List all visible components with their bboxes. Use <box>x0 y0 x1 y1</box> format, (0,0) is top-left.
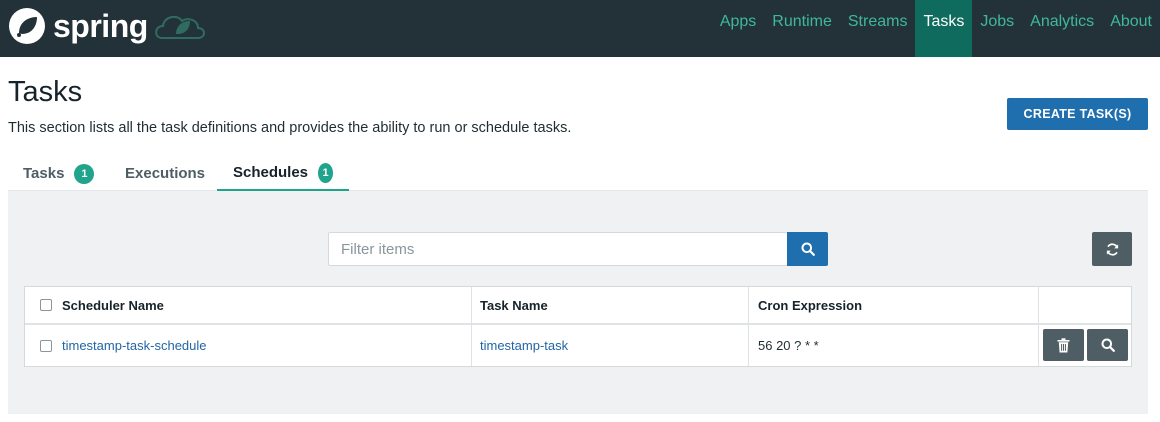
count-badge: 1 <box>74 163 95 184</box>
refresh-button[interactable] <box>1092 232 1132 266</box>
create-tasks-button[interactable]: CREATE TASK(S) <box>1007 98 1148 130</box>
filter-input[interactable] <box>328 232 788 266</box>
filter-search-button[interactable] <box>787 232 828 266</box>
schedules-panel: Scheduler Name Task Name Cron Expression… <box>8 191 1148 414</box>
nav-runtime[interactable]: Runtime <box>764 0 840 57</box>
header-cell-scheduler-name: Scheduler Name <box>40 287 164 323</box>
tab-label: Tasks <box>23 165 65 182</box>
header-cell-task-name: Task Name <box>480 297 548 313</box>
nav-streams[interactable]: Streams <box>840 0 916 57</box>
top-navbar: spring Apps Runtime Streams Tasks Jobs A… <box>0 0 1160 57</box>
tab-schedules[interactable]: Schedules 1 <box>217 156 349 191</box>
main-nav: Apps Runtime Streams Tasks Jobs Analytic… <box>712 0 1160 57</box>
delete-schedule-button[interactable] <box>1043 329 1084 361</box>
row-checkbox[interactable] <box>40 339 52 352</box>
nav-analytics[interactable]: Analytics <box>1022 0 1102 57</box>
tab-label: Executions <box>125 165 206 182</box>
column-divider <box>748 325 749 366</box>
column-divider <box>748 287 749 323</box>
nav-about[interactable]: About <box>1102 0 1160 57</box>
count-badge: 1 <box>318 162 333 183</box>
tab-tasks[interactable]: Tasks 1 <box>23 156 95 191</box>
column-divider <box>1038 325 1039 366</box>
tab-label: Schedules <box>233 164 309 181</box>
tab-executions[interactable]: Executions <box>125 156 205 191</box>
cloud-leaf-icon <box>154 15 205 39</box>
column-divider <box>471 287 472 323</box>
column-header: Scheduler Name <box>62 297 164 313</box>
nav-tasks[interactable]: Tasks <box>915 0 973 57</box>
table-row: timestamp-task-schedule timestamp-task 5… <box>25 325 1131 366</box>
cell-task-name: timestamp-task <box>480 325 568 366</box>
view-schedule-details-button[interactable] <box>1087 329 1128 361</box>
page-description: This section lists all the task definiti… <box>8 120 572 136</box>
trash-icon <box>1057 337 1070 352</box>
spring-logo[interactable]: spring <box>7 5 208 47</box>
logo-text: spring <box>53 7 148 44</box>
tabs-bar: Tasks 1 Executions Schedules 1 <box>8 156 1148 191</box>
spring-leaf-icon <box>9 8 45 44</box>
page-title: Tasks <box>8 76 83 108</box>
cell-scheduler-name: timestamp-task-schedule <box>40 325 207 366</box>
table-header: Scheduler Name Task Name Cron Expression <box>25 287 1131 325</box>
schedules-table: Scheduler Name Task Name Cron Expression… <box>24 286 1132 367</box>
scheduler-name-link[interactable]: timestamp-task-schedule <box>62 338 207 353</box>
select-all-checkbox[interactable] <box>40 299 52 311</box>
search-icon <box>801 242 815 256</box>
header-cell-cron-expression: Cron Expression <box>758 297 863 313</box>
search-icon <box>1101 338 1115 352</box>
cell-cron-expression: 56 20 ? * * <box>758 338 819 353</box>
column-divider <box>1038 287 1039 323</box>
task-name-link[interactable]: timestamp-task <box>480 338 568 353</box>
nav-jobs[interactable]: Jobs <box>972 0 1022 57</box>
nav-apps[interactable]: Apps <box>712 0 764 57</box>
column-divider <box>471 325 472 366</box>
refresh-icon <box>1106 242 1118 256</box>
